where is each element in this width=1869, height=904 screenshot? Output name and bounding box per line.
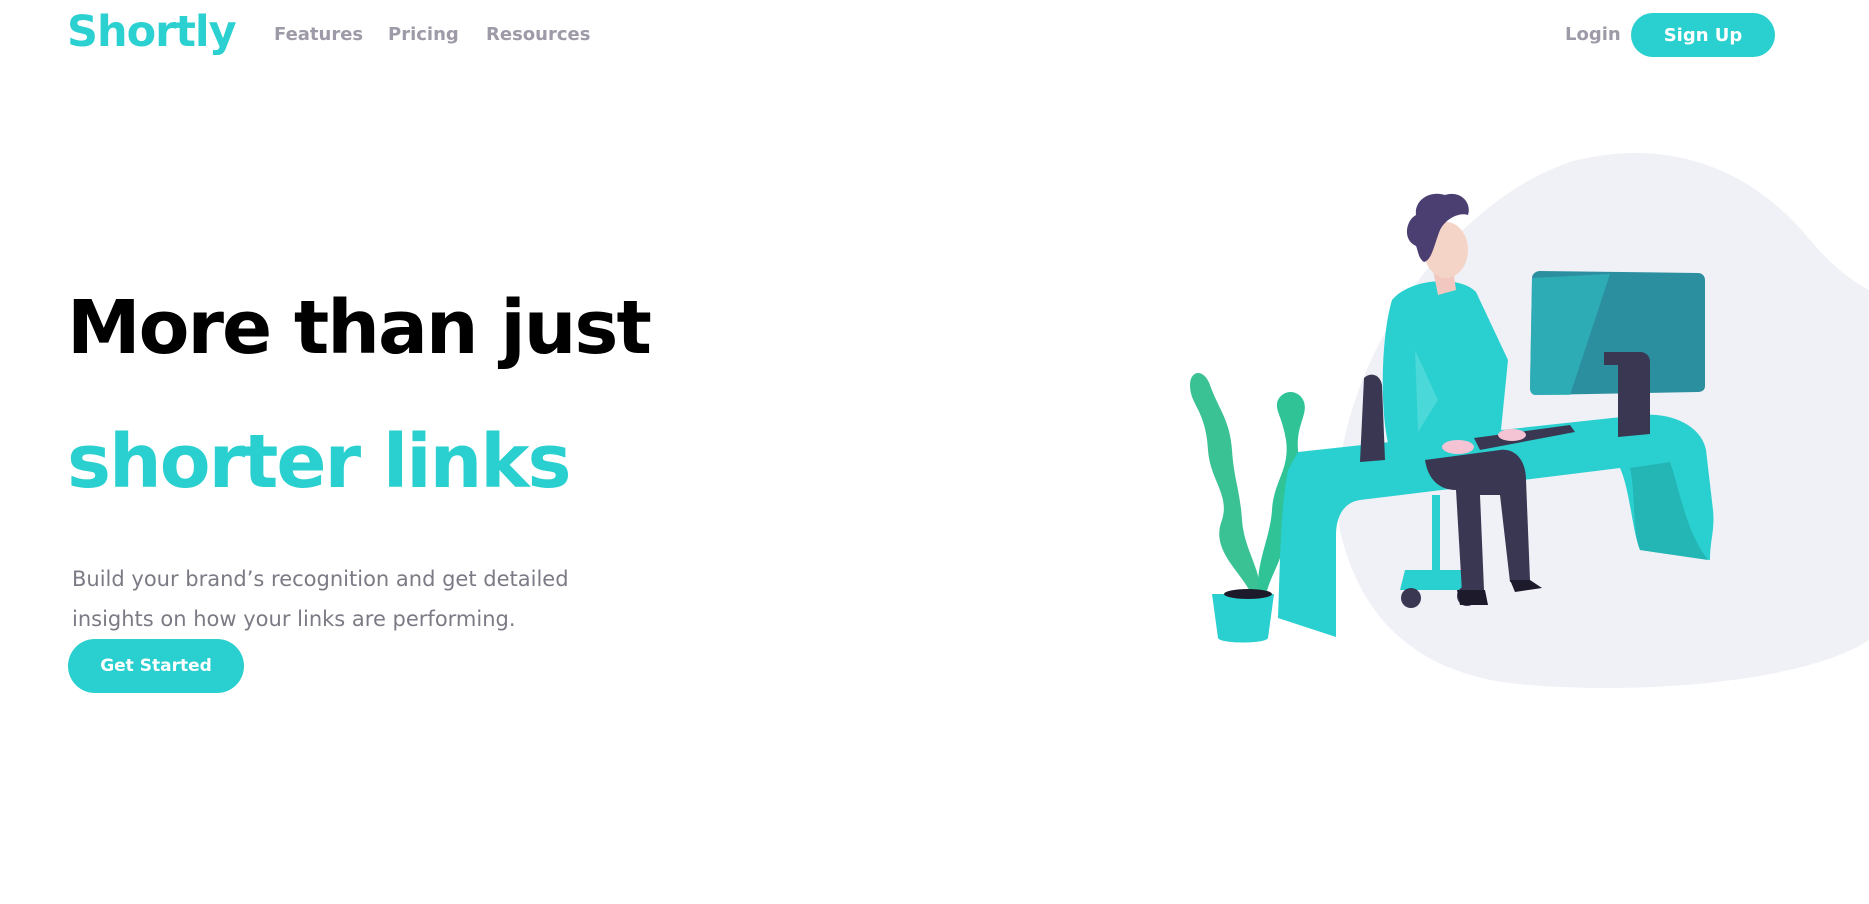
person-hand-left: [1442, 440, 1474, 454]
nav-link-resources[interactable]: Resources: [486, 23, 590, 47]
landing-page: Shortly Features Pricing Resources Login…: [0, 0, 1869, 904]
plant-leaf-left: [1190, 372, 1261, 595]
get-started-button[interactable]: Get Started: [68, 639, 244, 693]
person-working-illustration: [1190, 153, 1869, 689]
nav-link-pricing[interactable]: Pricing: [388, 23, 459, 47]
hero-headline-line-2: shorter links: [67, 419, 572, 505]
hero-headline-line-1: More than just: [67, 285, 652, 371]
hero-subtext: Build your brand’s recognition and get d…: [72, 567, 569, 631]
chair-stem: [1432, 495, 1440, 580]
pot-soil: [1224, 589, 1272, 599]
login-link[interactable]: Login: [1565, 23, 1621, 47]
chair-back: [1360, 374, 1385, 462]
person-shoe-left: [1457, 590, 1488, 605]
plant-pot: [1212, 594, 1274, 643]
logo[interactable]: Shortly: [67, 4, 237, 60]
chair-wheel-left: [1401, 588, 1421, 608]
sign-up-button[interactable]: Sign Up: [1631, 13, 1775, 57]
nav-link-features[interactable]: Features: [274, 23, 363, 47]
person-hand-right: [1498, 429, 1526, 441]
